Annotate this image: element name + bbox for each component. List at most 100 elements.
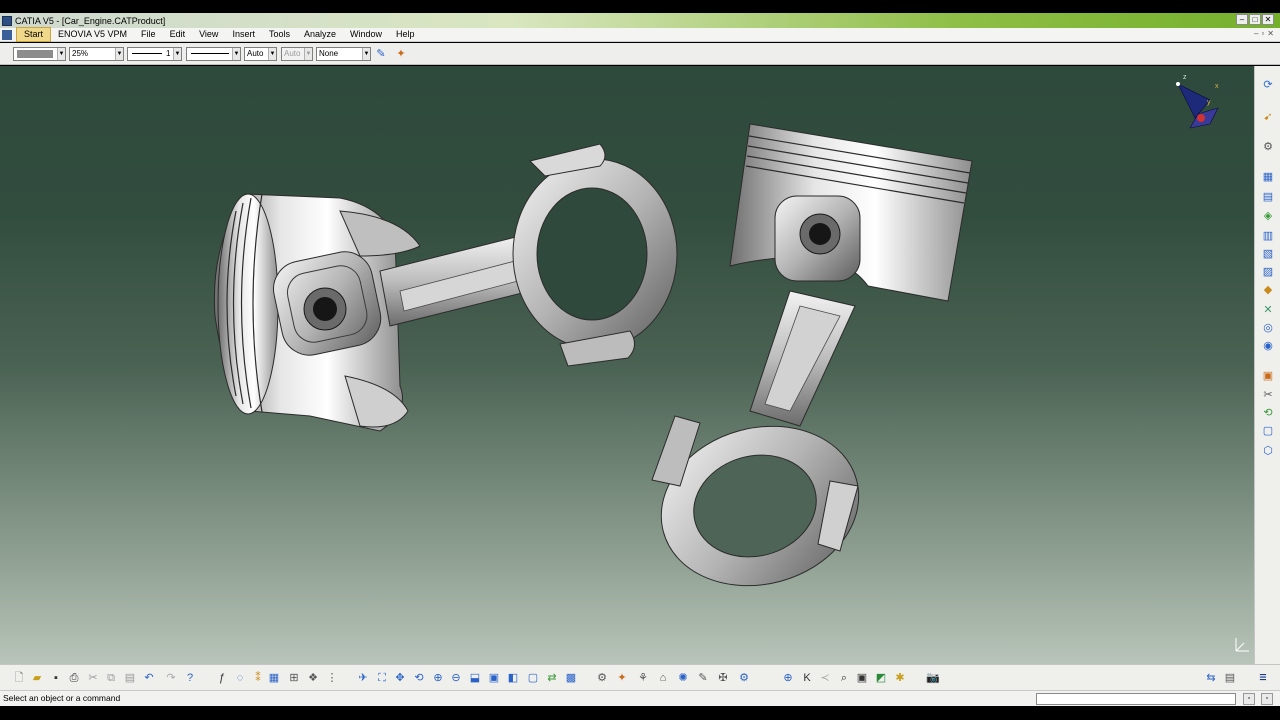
formula-icon[interactable]: ƒ	[214, 670, 230, 686]
compass-snap-icon[interactable]: ⊕	[780, 670, 796, 686]
menu-insert[interactable]: Insert	[225, 28, 262, 41]
doc-minimize-button[interactable]: –	[1254, 29, 1258, 38]
fly-mode-icon[interactable]: ➹	[1260, 110, 1276, 125]
material-icon[interactable]: ▣	[854, 670, 870, 686]
menu-enovia[interactable]: ENOVIA V5 VPM	[51, 28, 134, 41]
measure-icon[interactable]: ⬡	[1260, 444, 1276, 459]
menu-edit[interactable]: Edit	[163, 28, 193, 41]
piston-assembly-right[interactable]	[643, 123, 973, 607]
color-combo[interactable]: ▼	[13, 47, 66, 61]
document-icon[interactable]	[2, 29, 12, 40]
capture-icon[interactable]: 📷	[925, 670, 941, 686]
3d-viewport[interactable]: z x y	[0, 66, 1254, 664]
menu-tools[interactable]: Tools	[262, 28, 297, 41]
undo-icon[interactable]: ↶	[141, 670, 157, 686]
graph-tree-icon[interactable]: ▥	[1260, 229, 1276, 244]
command-cancel-button[interactable]: ▫	[1261, 693, 1273, 705]
quick-view-icon[interactable]: ▣	[486, 670, 502, 686]
reuse-pattern-icon[interactable]: ▨	[1260, 265, 1276, 280]
fix-component-icon[interactable]: ✂	[1260, 388, 1276, 403]
manipulation-icon[interactable]: ⚙	[594, 670, 610, 686]
redo-icon[interactable]: ↷	[163, 670, 179, 686]
snap-assembly-icon[interactable]: ⚘	[635, 670, 651, 686]
light-icon[interactable]: ◩	[873, 670, 889, 686]
menu-help[interactable]: Help	[389, 28, 422, 41]
menu-file[interactable]: File	[134, 28, 163, 41]
doc-restore-button[interactable]: ▫	[1261, 29, 1264, 38]
generate-numbering-icon[interactable]: ▧	[1260, 247, 1276, 262]
product-icon[interactable]: ✎	[695, 670, 711, 686]
replace-component-icon[interactable]: ◈	[1260, 209, 1276, 224]
connecting-rod-left[interactable]	[379, 143, 678, 367]
toolbar-settings-icon[interactable]: ▤	[1222, 670, 1238, 686]
save-icon[interactable]: ▪	[48, 670, 64, 686]
constraint-coincidence-icon[interactable]: ✕	[1260, 303, 1276, 318]
sequence-icon[interactable]: ✺	[675, 670, 691, 686]
swap-space-icon[interactable]: ⇄	[544, 670, 560, 686]
command-input[interactable]	[1036, 693, 1236, 705]
fit-all-icon[interactable]: ⛶	[374, 670, 390, 686]
paste-icon[interactable]: ▤	[122, 670, 138, 686]
print-icon[interactable]: ⎙	[66, 670, 82, 686]
close-button[interactable]: ✕	[1262, 14, 1274, 25]
rotate-icon[interactable]: ⟲	[411, 670, 427, 686]
multi-instantiate-icon[interactable]: ◆	[1260, 283, 1276, 298]
new-component-icon[interactable]: ⚙	[1260, 140, 1276, 155]
pan-icon[interactable]: ✥	[392, 670, 408, 686]
constraint-offset-icon[interactable]: ◉	[1260, 339, 1276, 354]
menu-window[interactable]: Window	[343, 28, 389, 41]
command-ok-button[interactable]: ▫	[1243, 693, 1255, 705]
scene-icon[interactable]: ⋮	[324, 670, 340, 686]
open-icon[interactable]: ▰	[29, 670, 45, 686]
menu-view[interactable]: View	[192, 28, 225, 41]
line-type-combo[interactable]: ▼	[186, 47, 241, 61]
maximize-button[interactable]: □	[1249, 14, 1261, 25]
menu-analyze[interactable]: Analyze	[297, 28, 343, 41]
k-icon[interactable]: K	[799, 670, 815, 686]
zoom-out-icon[interactable]: ⊖	[448, 670, 464, 686]
toolbar-options-icon[interactable]: ⇆	[1203, 670, 1219, 686]
whats-this-icon[interactable]: ?	[182, 670, 198, 686]
new-icon[interactable]: 🗋	[11, 670, 27, 686]
painter-icon[interactable]: ✎	[373, 47, 389, 61]
zoom-in-icon[interactable]: ⊕	[430, 670, 446, 686]
catalog-icon[interactable]: ▢	[1260, 424, 1276, 439]
fly-icon[interactable]: ✈	[355, 670, 371, 686]
copy-format-icon[interactable]: ✦	[393, 47, 409, 61]
tree-icon[interactable]: ⊞	[286, 670, 302, 686]
menu-start[interactable]: Start	[16, 27, 52, 42]
piston-right[interactable]	[729, 123, 973, 302]
smart-move-icon[interactable]: ✦	[614, 670, 630, 686]
select-arrow-icon[interactable]: ⟳	[1260, 78, 1276, 93]
constraint-angle-icon[interactable]: ▣	[1260, 369, 1276, 384]
view-mode-icon[interactable]: ◧	[505, 670, 521, 686]
point-symbol-combo[interactable]: Auto ▼	[244, 47, 277, 61]
explode-icon[interactable]: ▩	[563, 670, 579, 686]
comment-icon[interactable]: ◌	[232, 670, 248, 686]
capture-settings-icon[interactable]: ✱	[892, 670, 908, 686]
minimize-button[interactable]: –	[1236, 14, 1248, 25]
line-thickness-combo[interactable]: 1 ▼	[127, 47, 182, 61]
table-icon[interactable]: ▦	[266, 670, 282, 686]
search-tool-icon[interactable]: ⚙	[736, 670, 752, 686]
compass-tool-icon[interactable]: ✠	[715, 670, 731, 686]
hide-show-icon[interactable]: ▢	[525, 670, 541, 686]
existing-component-icon[interactable]: ▤	[1260, 190, 1276, 205]
update-icon[interactable]: ⟲	[1260, 406, 1276, 421]
piston-assembly-left[interactable]	[213, 143, 678, 432]
new-part-icon[interactable]: ▦	[1260, 170, 1276, 185]
reset-icon[interactable]: ⌂	[655, 670, 671, 686]
layer-combo[interactable]: None ▼	[316, 47, 371, 61]
snap-icon[interactable]: ❖	[305, 670, 321, 686]
cut-icon[interactable]: ✂	[85, 670, 101, 686]
transparency-combo[interactable]: 25% ▼	[69, 47, 124, 61]
compass-icon[interactable]: z x y	[1176, 74, 1219, 129]
normal-view-icon[interactable]: ⬓	[467, 670, 483, 686]
doc-close-button[interactable]: ✕	[1267, 29, 1274, 38]
catia-app-icon[interactable]	[2, 15, 12, 26]
connecting-rod-right[interactable]	[643, 290, 877, 607]
filter-icon[interactable]: ≺	[817, 670, 833, 686]
search-icon[interactable]: ⌕	[836, 670, 852, 686]
knowledge-icon[interactable]: ⁑	[250, 670, 266, 686]
copy-icon[interactable]: ⧉	[103, 670, 119, 686]
